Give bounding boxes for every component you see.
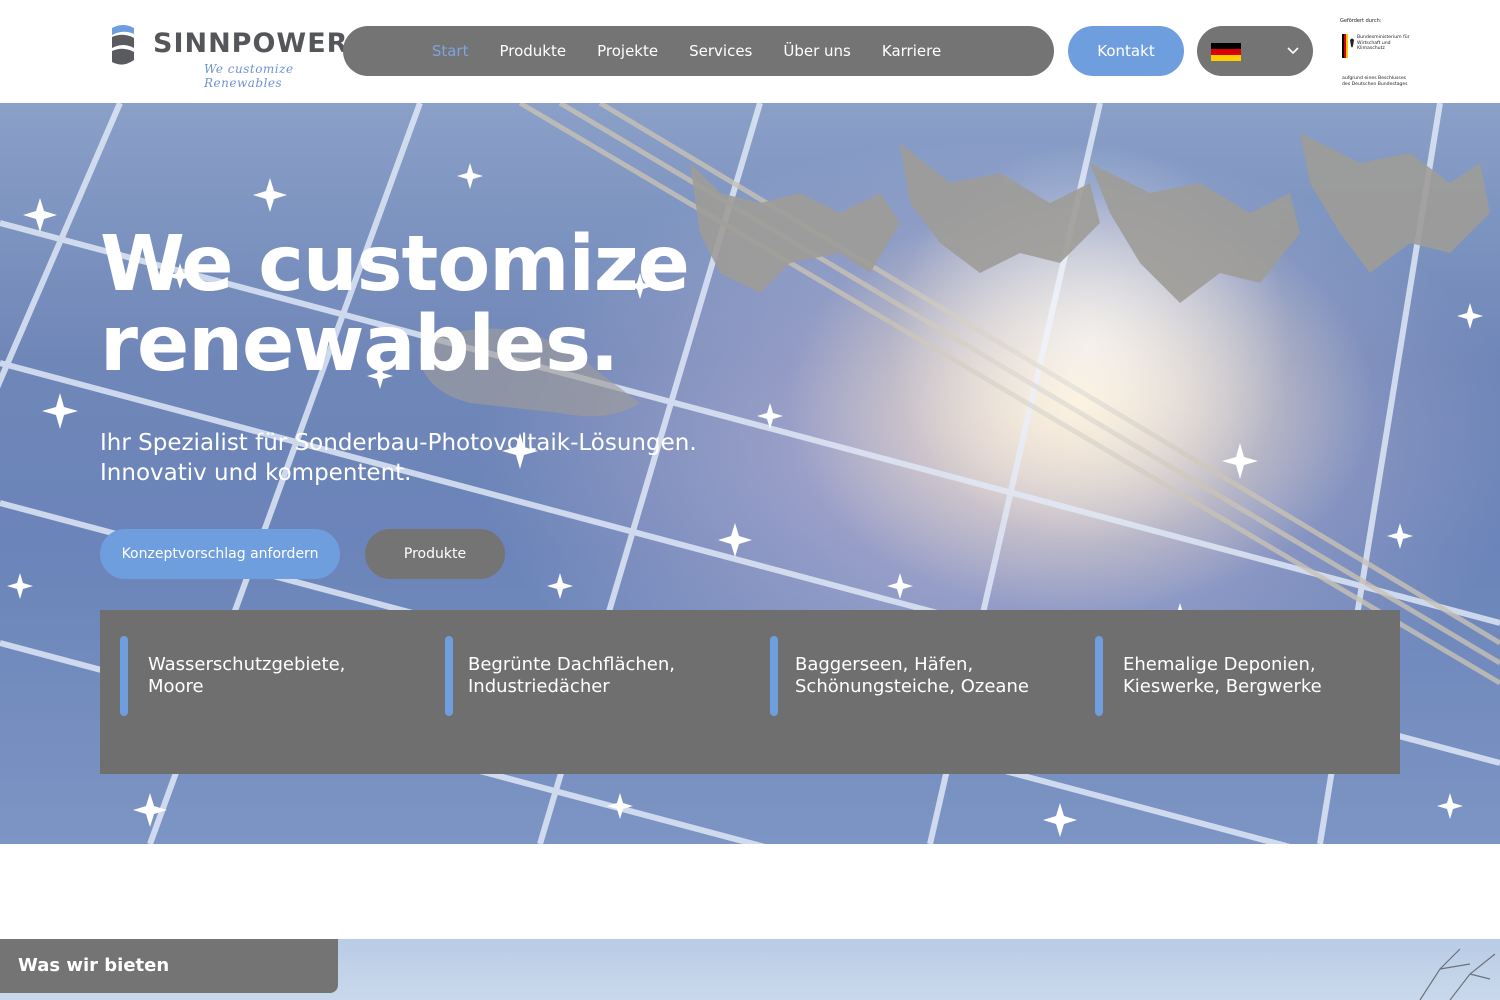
logo-tagline: We customize Renewables <box>204 62 294 90</box>
funding-top-text: Gefördert durch: <box>1340 18 1382 24</box>
section-tag: Was wir bieten <box>0 939 338 993</box>
feature-accent-bar <box>120 636 128 716</box>
feature-line2: Schönungsteiche, Ozeane <box>795 676 1029 697</box>
language-selector[interactable] <box>1197 26 1313 76</box>
contact-button[interactable]: Kontakt <box>1068 26 1184 76</box>
funding-ministry-text: Bundesministerium für Wirtschaft und Kli… <box>1357 35 1410 51</box>
feature-line2: Kieswerke, Bergwerke <box>1123 676 1322 697</box>
feature-line1: Begrünte Dachflächen, <box>468 654 675 675</box>
logo-wordmark: SINNPOWER <box>153 28 349 59</box>
nav-item-projekte[interactable]: Projekte <box>597 42 658 60</box>
hero-title: We customize renewables. <box>100 220 690 389</box>
hero-subtitle-line2: Innovativ und kompentent. <box>100 460 412 486</box>
nav-item-produkte[interactable]: Produkte <box>499 42 566 60</box>
hero-subtitle: Ihr Spezialist für Sonderbau-Photovoltai… <box>100 428 697 488</box>
hero-title-line2: renewables. <box>100 300 619 389</box>
nav-item-ueber-uns[interactable]: Über uns <box>783 42 851 60</box>
feature-strip: Wasserschutzgebiete, Moore Begrünte Dach… <box>100 610 1400 774</box>
nav-item-karriere[interactable]: Karriere <box>882 42 941 60</box>
feature-text: Wasserschutzgebiete, Moore <box>148 654 345 698</box>
hero-section: We customize renewables. Ihr Spezialist … <box>0 103 1500 844</box>
feature-line1: Wasserschutzgebiete, <box>148 654 346 675</box>
feature-line2: Moore <box>148 676 204 697</box>
nav-item-services[interactable]: Services <box>689 42 752 60</box>
main-nav: Start Produkte Projekte Services Über un… <box>343 26 1054 76</box>
request-concept-button[interactable]: Konzeptvorschlag anfordern <box>100 529 340 579</box>
section-tag-label: Was wir bieten <box>18 955 170 976</box>
feature-text: Baggerseen, Häfen, Schönungsteiche, Ozea… <box>795 654 1029 698</box>
logo-mark-icon <box>112 25 134 65</box>
feature-line1: Ehemalige Deponien, <box>1123 654 1316 675</box>
chevron-down-icon <box>1287 47 1299 55</box>
funding-badge[interactable]: Gefördert durch: Bundesministerium für W… <box>1340 18 1410 90</box>
nav-item-start[interactable]: Start <box>432 42 469 60</box>
feature-line2: Industriedächer <box>468 676 610 697</box>
products-button[interactable]: Produkte <box>365 529 505 579</box>
feature-accent-bar <box>1095 636 1103 716</box>
feature-accent-bar <box>445 636 453 716</box>
eagle-emblem-icon <box>1342 34 1354 58</box>
feature-line1: Baggerseen, Häfen, <box>795 654 974 675</box>
feature-text: Ehemalige Deponien, Kieswerke, Bergwerke <box>1123 654 1322 698</box>
feature-accent-bar <box>770 636 778 716</box>
feature-text: Begrünte Dachflächen, Industriedächer <box>468 654 675 698</box>
de-flag-icon <box>1211 43 1241 61</box>
sinnpower-logo[interactable]: SINNPOWER We customize Renewables <box>108 22 347 90</box>
site-header: SINNPOWER We customize Renewables Start … <box>0 0 1500 103</box>
funding-bottom-text: aufgrund eines Beschlusses des Deutschen… <box>1342 76 1408 87</box>
hero-title-line1: We customize <box>100 220 690 309</box>
hero-subtitle-line1: Ihr Spezialist für Sonderbau-Photovoltai… <box>100 430 697 456</box>
